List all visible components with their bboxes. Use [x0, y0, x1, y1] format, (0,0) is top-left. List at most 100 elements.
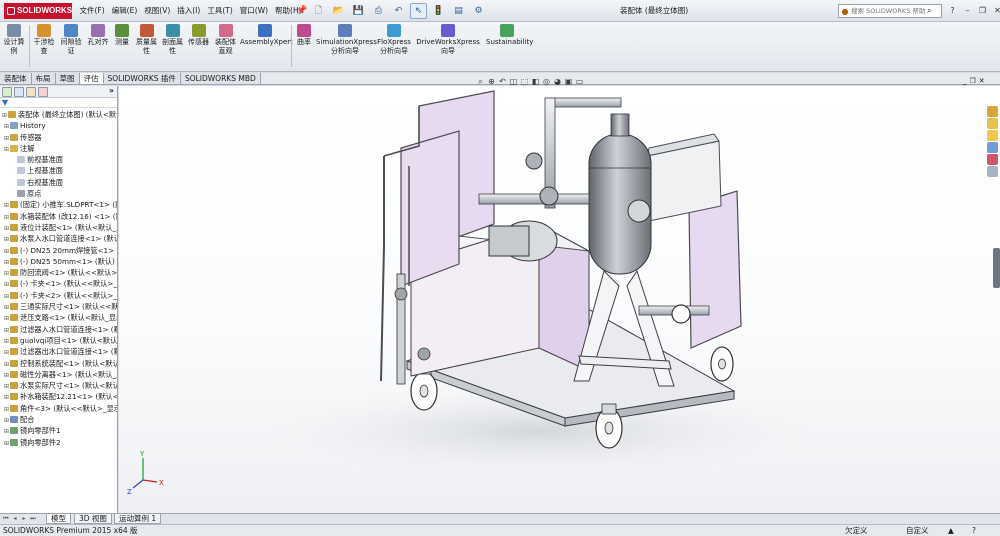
expand-node-icon[interactable]: ⊞ — [3, 234, 10, 244]
configuration-manager-tab-icon[interactable] — [26, 87, 36, 97]
open-icon[interactable]: 📂 — [330, 3, 347, 19]
tree-node[interactable]: ⊞ History — [0, 120, 117, 131]
tree-node[interactable]: ⊞ 注解 — [0, 143, 117, 154]
help-question-icon[interactable]: ? — [946, 2, 959, 19]
view-orientation-icon[interactable]: ⬚ — [520, 77, 529, 87]
menu-window[interactable]: 窗口(W) — [236, 0, 271, 22]
section-properties-button[interactable]: 剖面属性 — [160, 24, 185, 56]
section-view-icon[interactable]: ◫ — [509, 77, 518, 87]
menu-view[interactable]: 视图(V) — [141, 0, 174, 22]
expand-node-icon[interactable]: ⊞ — [3, 359, 10, 369]
tab-3d-view[interactable]: 3D 视图 — [74, 514, 112, 524]
display-manager-tab-icon[interactable] — [38, 87, 48, 97]
tree-node[interactable]: ⊞ 泄压支路<1> (默认<默认_显示状态>) — [0, 312, 117, 323]
assemblyxpert-button[interactable]: AssemblyXpert — [240, 24, 293, 47]
minimize-button[interactable]: – — [961, 2, 974, 19]
sensor-button[interactable]: 传感器 — [186, 24, 211, 47]
tree-node[interactable]: ⊞ 防回流阀<1> (默认<<默认>_显示状态) — [0, 267, 117, 278]
new-document-icon[interactable]: 🗋 — [310, 3, 327, 19]
expand-node-icon[interactable]: ⊞ — [3, 223, 10, 233]
tree-node[interactable]: ⊞ 过滤器入水口管道连接<1> (默认) — [0, 324, 117, 335]
expand-node-icon[interactable]: ⊞ — [3, 438, 10, 448]
close-button[interactable]: ✕ — [991, 2, 1000, 19]
expand-node-icon[interactable]: ⊞ — [3, 313, 10, 323]
expand-node-icon[interactable]: ⊞ — [3, 336, 10, 346]
expand-node-icon[interactable]: ⊞ — [3, 257, 10, 267]
menu-tools[interactable]: 工具(T) — [204, 0, 236, 22]
expand-panel-icon[interactable]: » — [109, 86, 114, 95]
driveworksxpress-button[interactable]: DriveWorksXpress 向导 — [413, 24, 483, 56]
tree-node[interactable]: ⊞ 镜向零部件1 — [0, 425, 117, 436]
menu-insert[interactable]: 插入(I) — [174, 0, 204, 22]
expand-node-icon[interactable]: ⊞ — [3, 291, 10, 301]
expand-node-icon[interactable]: ⊞ — [3, 426, 10, 436]
expand-node-icon[interactable]: ⊞ — [3, 325, 10, 335]
menu-edit[interactable]: 编辑(E) — [108, 0, 141, 22]
expand-node-icon[interactable]: ⊞ — [3, 200, 10, 210]
appearances-icon[interactable] — [987, 154, 998, 165]
tree-node[interactable]: 右视基准面 — [0, 177, 117, 188]
doc-close-icon[interactable]: ✕ — [979, 77, 985, 85]
status-up-icon[interactable]: ▲ — [948, 525, 954, 536]
view-palette-icon[interactable] — [987, 142, 998, 153]
rebuild-icon[interactable]: 🚦 — [430, 3, 447, 19]
clearance-verification-button[interactable]: 间隙验证 — [58, 24, 84, 56]
graphics-area[interactable]: Y X Z — [119, 86, 1000, 513]
tree-node[interactable]: 原点 — [0, 188, 117, 199]
tree-node[interactable]: ⊞ 磁性分离器<1> (默认<默认_显示状态>) — [0, 369, 117, 380]
measure-button[interactable]: 测量 — [112, 24, 132, 47]
expand-node-icon[interactable]: ⊞ — [3, 415, 10, 425]
tab-prev-icon[interactable]: ◂ — [11, 515, 19, 522]
assembly-visualization-button[interactable]: 装配体直观 — [212, 24, 239, 56]
tree-node[interactable]: ⊞ 镜向零部件2 — [0, 437, 117, 448]
simulationxpress-button[interactable]: SimulationXpress 分析向导 — [316, 24, 377, 56]
print-icon[interactable]: ⎙ — [370, 3, 387, 19]
design-library-icon[interactable] — [987, 118, 998, 129]
mass-properties-button[interactable]: 质量属性 — [134, 24, 159, 56]
custom-properties-icon[interactable] — [987, 166, 998, 177]
expand-node-icon[interactable]: ⊞ — [1, 110, 8, 120]
pin-menu-icon[interactable]: 📌 — [296, 5, 307, 17]
solidworks-resources-icon[interactable] — [987, 106, 998, 117]
zoom-to-area-icon[interactable]: ⊕ — [487, 77, 496, 87]
expand-node-icon[interactable]: ⊞ — [3, 302, 10, 312]
command-tab[interactable]: 评估 — [79, 73, 104, 84]
tree-node[interactable]: ⊞ (-) 卡夹<1> (默认<<默认>_显示状态) — [0, 278, 117, 289]
expand-node-icon[interactable]: ⊞ — [3, 144, 10, 154]
tree-node[interactable]: 上视基准面 — [0, 165, 117, 176]
status-custom-units[interactable]: 自定义 — [906, 525, 929, 536]
select-icon[interactable]: ⇖ — [410, 3, 427, 19]
save-icon[interactable]: 💾 — [350, 3, 367, 19]
hide-show-items-icon[interactable]: ◎ — [542, 77, 551, 87]
edit-appearance-icon[interactable]: ◕ — [553, 77, 562, 87]
file-explorer-icon[interactable] — [987, 130, 998, 141]
expand-node-icon[interactable]: ⊞ — [3, 392, 10, 402]
tree-node[interactable]: ⊞ (固定) 小推车.SLDPRT<1> (默认) — [0, 199, 117, 210]
solidworks-logo[interactable]: SOLIDWORKS — [4, 3, 72, 19]
options-icon[interactable]: ⚙ — [470, 3, 487, 19]
tree-node[interactable]: ⊞ 三通实际尺寸<1> (默认<<默认>) — [0, 301, 117, 312]
view-settings-icon[interactable]: ▭ — [575, 77, 584, 87]
restore-button[interactable]: ❐ — [976, 2, 989, 19]
tree-node[interactable]: ⊞ 液位计装配<1> (默认<默认_显示状态>) — [0, 222, 117, 233]
apply-scene-icon[interactable]: ▣ — [564, 77, 573, 87]
expand-node-icon[interactable]: ⊞ — [3, 246, 10, 256]
filter-icon[interactable]: ▼ — [2, 98, 8, 107]
previous-view-icon[interactable]: ↶ — [498, 77, 507, 87]
doc-restore-icon[interactable]: ❐ — [970, 77, 976, 85]
expand-node-icon[interactable]: ⊞ — [3, 347, 10, 357]
tree-node[interactable]: ⊞ 过滤器出水口管道连接<1> (默认) — [0, 346, 117, 357]
tree-node[interactable]: ⊞ (-) DN25 20mm焊接管<1> (默认) — [0, 245, 117, 256]
expand-node-icon[interactable]: ⊞ — [3, 121, 10, 131]
tab-model[interactable]: 模型 — [46, 514, 71, 524]
tree-node[interactable]: ⊞ guolvqi项目<1> (默认<默认_显示状态>) — [0, 335, 117, 346]
design-study-button[interactable]: 设计算例 — [2, 24, 26, 56]
tree-node[interactable]: ⊞ 配合 — [0, 414, 117, 425]
tree-node[interactable]: 前视基准面 — [0, 154, 117, 165]
command-tab[interactable]: 布局 — [31, 73, 56, 84]
tab-first-icon[interactable]: ⏮ — [2, 515, 10, 523]
command-tab[interactable]: SOLIDWORKS 插件 — [103, 73, 181, 84]
help-search-input[interactable] — [851, 7, 927, 15]
tree-node[interactable]: ⊞ 传感器 — [0, 132, 117, 143]
zoom-to-fit-icon[interactable]: ⌕ — [476, 77, 485, 87]
